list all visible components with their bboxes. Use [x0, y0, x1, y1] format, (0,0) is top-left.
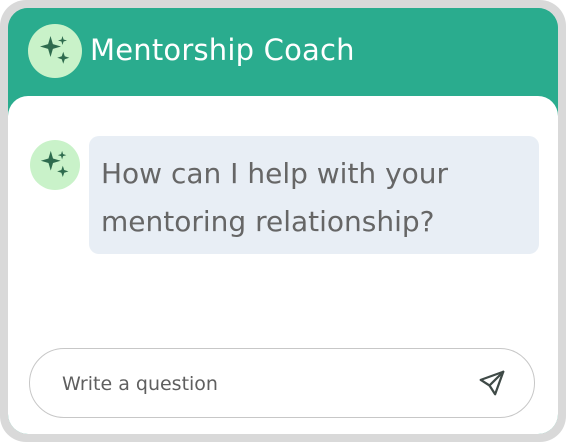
chat-title: Mentorship Coach [90, 33, 355, 67]
coach-avatar [28, 24, 82, 78]
question-input[interactable] [60, 349, 464, 418]
send-button[interactable] [476, 367, 508, 399]
chat-header: Mentorship Coach [8, 8, 558, 100]
assistant-message-bubble: How can I help with your mentoring relat… [89, 136, 539, 254]
send-icon [479, 370, 505, 396]
message-avatar [30, 140, 80, 190]
chat-widget: Mentorship Coach How can I help with you… [8, 8, 558, 434]
sparkles-icon [40, 150, 69, 178]
assistant-message-text: How can I help with your mentoring relat… [101, 157, 449, 238]
question-composer [29, 348, 535, 418]
sparkles-icon [40, 36, 70, 64]
chat-body: How can I help with your mentoring relat… [8, 96, 558, 434]
chat-widget-frame: Mentorship Coach How can I help with you… [0, 0, 566, 442]
